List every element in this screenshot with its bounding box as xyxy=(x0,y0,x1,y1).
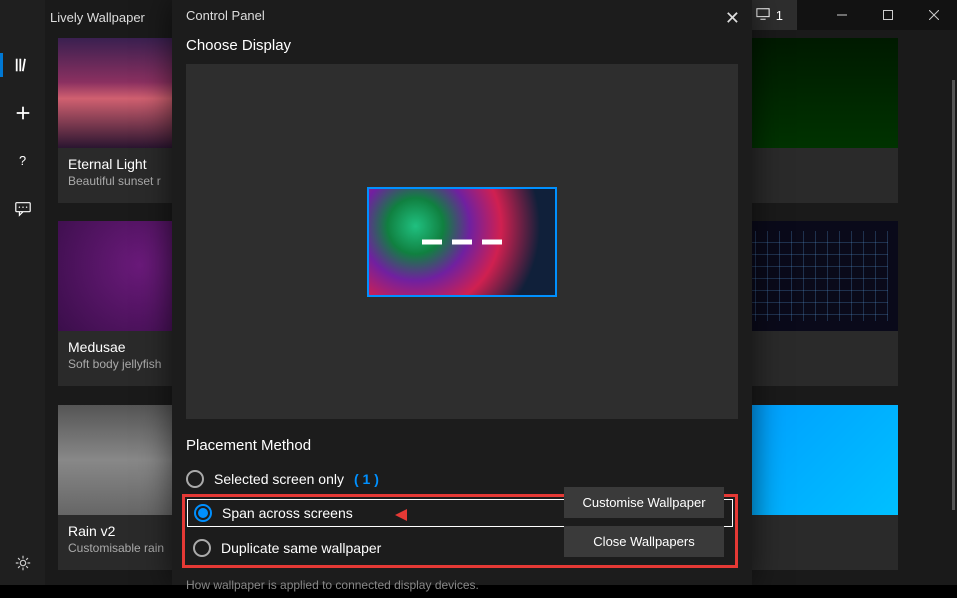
choose-display-label: Choose Display xyxy=(172,31,752,64)
customise-wallpaper-button[interactable]: Customise Wallpaper xyxy=(564,487,724,518)
close-icon[interactable]: ✕ xyxy=(719,6,746,31)
dash-icon xyxy=(422,239,502,244)
radio-label: Selected screen only xyxy=(214,471,344,487)
feedback-icon[interactable] xyxy=(13,199,33,219)
placement-method-label: Placement Method xyxy=(186,431,738,464)
window-controls xyxy=(797,0,957,30)
radio-label: Duplicate same wallpaper xyxy=(221,540,381,556)
library-icon[interactable] xyxy=(13,55,33,75)
display-tab-label: 1 xyxy=(776,8,783,23)
radio-icon xyxy=(194,504,212,522)
help-icon[interactable]: ? xyxy=(13,151,33,171)
monitor-icon xyxy=(756,7,770,24)
maximize-button[interactable] xyxy=(865,0,911,30)
svg-text:?: ? xyxy=(19,153,26,168)
add-icon[interactable] xyxy=(13,103,33,123)
radio-label: Span across screens xyxy=(222,505,353,521)
modal-title: Control Panel xyxy=(186,8,265,23)
placement-hint: How wallpaper is applied to connected di… xyxy=(172,572,493,598)
scrollbar[interactable] xyxy=(952,80,955,510)
app-title: Lively Wallpaper xyxy=(50,10,145,25)
radio-icon xyxy=(186,470,204,488)
app-window: Lively Wallpaper 1 ? Eternal LightBeauti… xyxy=(0,0,957,585)
close-wallpapers-button[interactable]: Close Wallpapers xyxy=(564,526,724,557)
annotation-arrow-icon xyxy=(395,505,440,530)
screen-preview[interactable] xyxy=(367,187,557,297)
close-window-button[interactable] xyxy=(911,0,957,30)
display-preview-area xyxy=(186,64,738,419)
minimize-button[interactable] xyxy=(819,0,865,30)
radio-icon xyxy=(193,539,211,557)
control-panel-modal: Control Panel ✕ Choose Display Placement… xyxy=(172,0,752,585)
sidebar: ? xyxy=(0,0,45,585)
screen-count-badge: ( 1 ) xyxy=(354,471,379,487)
settings-icon[interactable] xyxy=(13,553,33,573)
